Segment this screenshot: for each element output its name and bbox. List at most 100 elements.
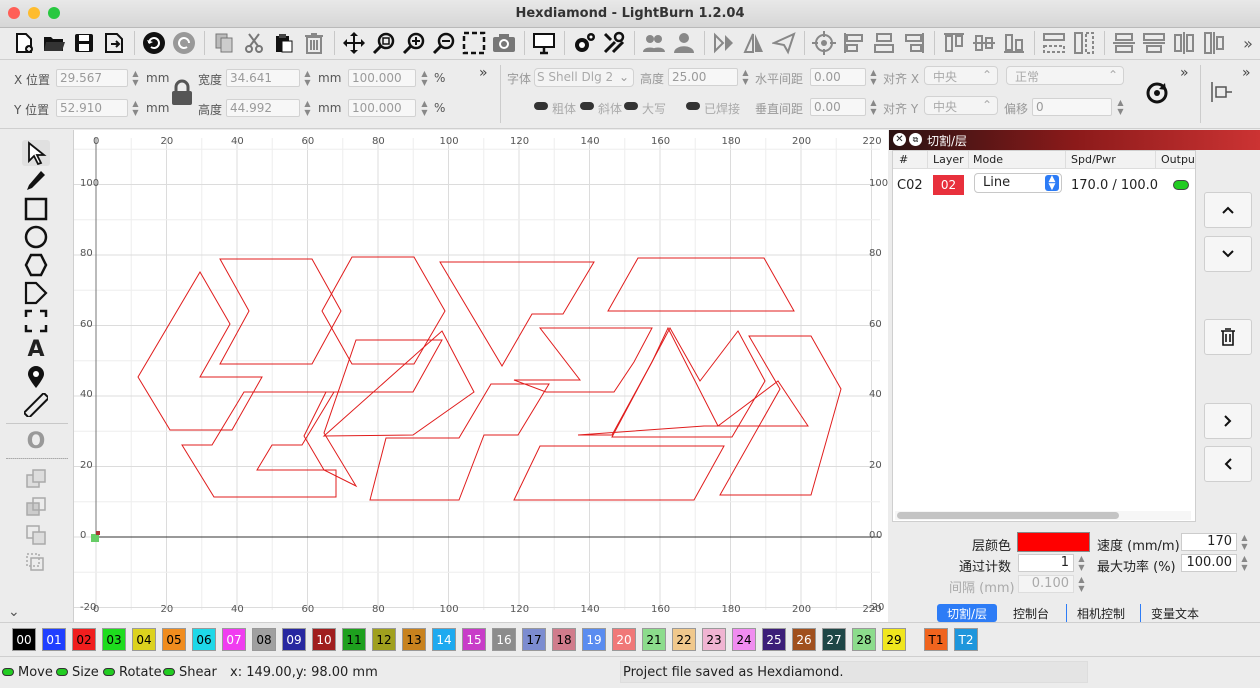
pentagon-tool-icon[interactable] xyxy=(22,280,50,306)
restart-text-icon[interactable] xyxy=(1143,79,1171,107)
aligny-select[interactable]: 中央 ⌃ xyxy=(924,96,998,115)
float-panel-icon[interactable]: ⧉ xyxy=(909,133,922,146)
frame-select-icon[interactable] xyxy=(462,31,486,55)
hspace-input[interactable]: 0.00 xyxy=(810,68,866,86)
pen-tool-icon[interactable] xyxy=(22,168,50,194)
layer-color-swatch[interactable] xyxy=(1017,532,1090,552)
palette-swatch-09[interactable]: 09 xyxy=(282,628,306,651)
open-folder-icon[interactable] xyxy=(42,31,66,55)
palette-swatch-00[interactable]: 00 xyxy=(12,628,36,651)
save-icon[interactable] xyxy=(72,31,96,55)
align-left-icon[interactable] xyxy=(842,31,866,55)
palette-swatch-26[interactable]: 26 xyxy=(792,628,816,651)
align-middle-icon[interactable] xyxy=(972,31,996,55)
align-top-icon[interactable] xyxy=(942,31,966,55)
font-select[interactable]: S Shell Dlg 2 ⌄ xyxy=(534,68,634,87)
palette-swatch-T1[interactable]: T1 xyxy=(924,628,948,651)
palette-swatch-13[interactable]: 13 xyxy=(402,628,426,651)
settings-icon[interactable] xyxy=(572,31,596,55)
zoom-in-icon[interactable] xyxy=(402,31,426,55)
shear-toggle[interactable] xyxy=(163,668,175,676)
move-layer-up-button[interactable] xyxy=(1204,192,1252,228)
offset-tool-icon[interactable]: O xyxy=(22,428,50,454)
dist-v-icon[interactable] xyxy=(1072,31,1096,55)
expand-more-icon[interactable]: » xyxy=(479,65,488,81)
cut-icon[interactable] xyxy=(242,31,266,55)
move-icon[interactable] xyxy=(342,31,366,55)
boolean-intersect-icon[interactable] xyxy=(22,550,50,576)
palette-swatch-19[interactable]: 19 xyxy=(582,628,606,651)
palette-swatch-08[interactable]: 08 xyxy=(252,628,276,651)
move-layer-down-button[interactable] xyxy=(1204,236,1252,272)
layer-row[interactable]: C02 02 Line ▲ ▼ 170.0 / 100.0 xyxy=(893,171,1195,199)
palette-swatch-16[interactable]: 16 xyxy=(492,628,516,651)
alignx-select[interactable]: 中央 ⌃ xyxy=(924,66,998,85)
palette-swatch-20[interactable]: 20 xyxy=(612,628,636,651)
new-file-icon[interactable] xyxy=(12,31,36,55)
width-input[interactable]: 34.641 xyxy=(226,69,300,87)
delete-icon[interactable] xyxy=(302,31,326,55)
paste-icon[interactable] xyxy=(272,31,296,55)
text-height-input[interactable]: 25.00 xyxy=(668,68,738,86)
path-tool-icon[interactable] xyxy=(1208,79,1234,105)
boolean-union-icon[interactable] xyxy=(22,494,50,520)
y-position-input[interactable]: 52.910 xyxy=(56,99,128,117)
style-select[interactable]: 正常 ⌃ xyxy=(1006,66,1124,85)
offset-spin[interactable]: ▲ ▼ xyxy=(1116,98,1125,116)
frame-tool-icon[interactable] xyxy=(22,308,50,334)
palette-swatch-29[interactable]: 29 xyxy=(882,628,906,651)
undo-icon[interactable] xyxy=(142,31,166,55)
align-center-icon[interactable] xyxy=(872,31,896,55)
palette-swatch-07[interactable]: 07 xyxy=(222,628,246,651)
send-icon[interactable] xyxy=(772,31,796,55)
tab-console[interactable]: 控制台 xyxy=(1003,604,1059,622)
text-tool-icon[interactable]: A xyxy=(22,336,50,362)
palette-swatch-10[interactable]: 10 xyxy=(312,628,336,651)
vs-spin[interactable]: ▲ ▼ xyxy=(869,98,878,116)
monitor-icon[interactable] xyxy=(532,31,556,55)
power-input[interactable]: 100.00 xyxy=(1181,554,1237,572)
ellipse-tool-icon[interactable] xyxy=(22,224,50,250)
hs-spin[interactable]: ▲ ▼ xyxy=(869,68,878,86)
speed-spin[interactable]: ▲ ▼ xyxy=(1240,533,1249,551)
workspace-canvas[interactable]: 0 0 20 20 40 40 60 60 80 80 100 100 120 120 140 140 160 1… xyxy=(74,130,888,622)
target-icon[interactable] xyxy=(812,31,836,55)
palette-swatch-06[interactable]: 06 xyxy=(192,628,216,651)
palette-swatch-04[interactable]: 04 xyxy=(132,628,156,651)
align-bottom-icon[interactable] xyxy=(1002,31,1026,55)
redo-icon[interactable] xyxy=(172,31,196,55)
palette-swatch-21[interactable]: 21 xyxy=(642,628,666,651)
measure-tool-icon[interactable] xyxy=(22,392,50,418)
palette-swatch-22[interactable]: 22 xyxy=(672,628,696,651)
passes-input[interactable]: 1 xyxy=(1018,554,1074,572)
bold-toggle[interactable] xyxy=(534,102,548,110)
interval-input[interactable]: 0.100 xyxy=(1018,575,1074,593)
prev-button[interactable] xyxy=(1204,446,1252,482)
zoom-fit-icon[interactable] xyxy=(372,31,396,55)
dist-h-icon[interactable] xyxy=(1042,31,1066,55)
palette-swatch-27[interactable]: 27 xyxy=(822,628,846,651)
tab-camera[interactable]: 相机控制 xyxy=(1066,604,1135,622)
rectangle-tool-icon[interactable] xyxy=(22,196,50,222)
weld-tool-icon[interactable] xyxy=(22,466,50,492)
dist-4-icon[interactable] xyxy=(1202,31,1226,55)
welded-toggle[interactable] xyxy=(686,102,700,110)
align-right-icon[interactable] xyxy=(902,31,926,55)
offset-input[interactable]: 0 xyxy=(1032,98,1112,116)
tab-variable-text[interactable]: 变量文本 xyxy=(1140,604,1209,622)
mirror-v-icon[interactable] xyxy=(742,31,766,55)
h-scrollbar[interactable] xyxy=(895,511,1191,520)
dist-1-icon[interactable] xyxy=(1112,31,1136,55)
polygon-tool-icon[interactable] xyxy=(22,252,50,278)
dist-2-icon[interactable] xyxy=(1142,31,1166,55)
rotate-toggle[interactable] xyxy=(103,668,115,676)
group-icon[interactable] xyxy=(642,31,666,55)
output-toggle[interactable] xyxy=(1173,180,1189,190)
passes-spin[interactable]: ▲ ▼ xyxy=(1077,554,1086,572)
interval-spin[interactable]: ▲ ▼ xyxy=(1077,575,1086,593)
boolean-diff-icon[interactable] xyxy=(22,522,50,548)
scale-h-input[interactable]: 100.000 xyxy=(348,99,416,117)
palette-swatch-12[interactable]: 12 xyxy=(372,628,396,651)
move-toggle[interactable] xyxy=(2,668,14,676)
palette-swatch-01[interactable]: 01 xyxy=(42,628,66,651)
